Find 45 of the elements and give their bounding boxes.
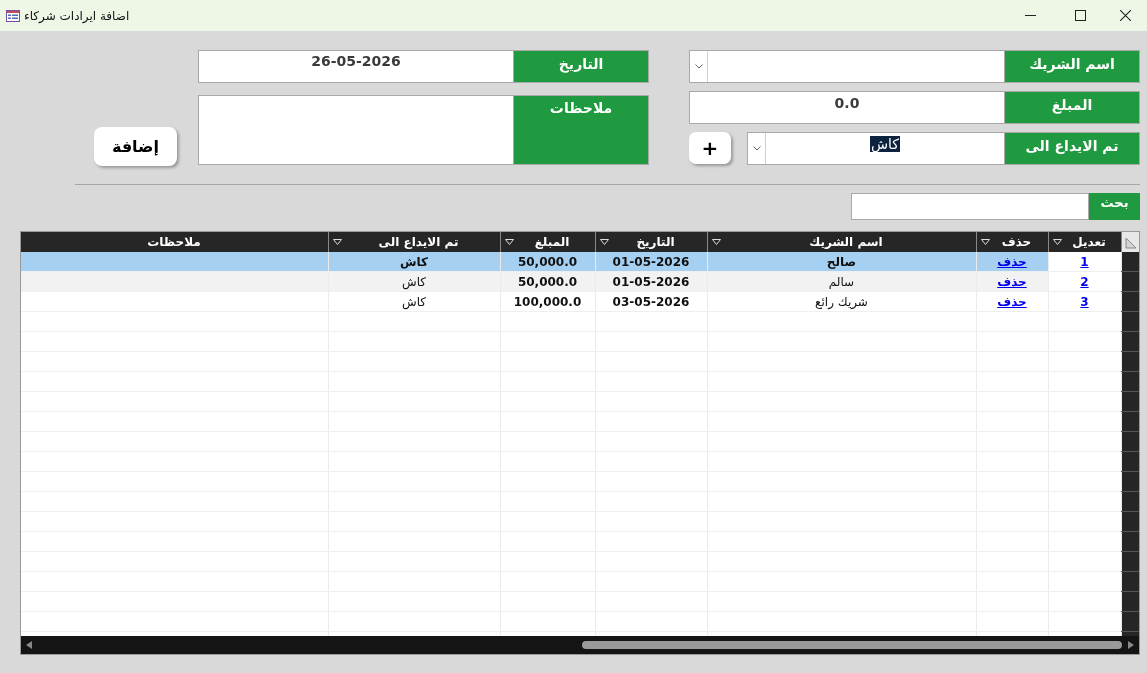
filter-arrow-icon[interactable] (599, 239, 609, 245)
form-icon (6, 9, 20, 22)
amount-field[interactable]: 0.0 (689, 91, 1004, 124)
table-cell: كاش (399, 254, 428, 269)
edit-link[interactable]: 1 (1080, 254, 1089, 269)
edit-link[interactable]: 3 (1080, 294, 1089, 309)
horizontal-scrollbar[interactable] (21, 636, 1139, 654)
add-option-button[interactable]: + (689, 132, 731, 164)
table-cell: كاش (402, 274, 426, 289)
field-label: المبلغ (1004, 91, 1140, 124)
scroll-left-icon[interactable] (26, 641, 32, 649)
table-cell: 50,000.0 (517, 274, 578, 289)
maximize-icon[interactable] (1075, 10, 1086, 21)
select-all-icon[interactable] (1124, 237, 1137, 249)
search-field[interactable] (851, 193, 1089, 220)
scroll-right-icon[interactable] (1128, 641, 1134, 649)
date-field[interactable]: 26-05-2026 (198, 50, 513, 83)
table-cell: كاش (402, 294, 426, 309)
field-label: ملاحظات (513, 95, 649, 165)
table-cell: 100,000.0 (513, 294, 582, 309)
edit-link[interactable]: 2 (1080, 274, 1089, 289)
delete-link[interactable]: حذف (997, 294, 1027, 309)
field-label: التاريخ (513, 50, 649, 83)
table-cell: 01-05-2026 (612, 254, 690, 269)
table-cell: صالح (826, 254, 857, 269)
table-cell: شريك رائع (815, 294, 868, 309)
filter-arrow-icon[interactable] (980, 239, 990, 245)
field-label: تم الايداع الى (1004, 132, 1140, 165)
add-button[interactable]: إضافة (94, 127, 177, 166)
filter-arrow-icon[interactable] (1052, 239, 1062, 245)
field-label: اسم الشريك (1004, 50, 1140, 83)
filter-arrow-icon[interactable] (711, 239, 721, 245)
filter-arrow-icon[interactable] (332, 239, 342, 245)
close-icon[interactable] (1120, 10, 1131, 21)
filter-arrow-icon[interactable] (504, 239, 514, 245)
table-cell: سالم (828, 274, 855, 289)
caret-icon (694, 64, 703, 69)
caret-icon (752, 146, 761, 151)
table-cell: 03-05-2026 (612, 294, 690, 309)
table-cell: 50,000.0 (517, 254, 578, 269)
table-cell: 01-05-2026 (612, 274, 690, 289)
search-label: بحث (1089, 193, 1140, 220)
deposit-combo[interactable]: كاش (747, 132, 1004, 165)
notes-field[interactable] (198, 95, 513, 165)
window-title: اضافة ايرادات شركاء (24, 8, 130, 23)
